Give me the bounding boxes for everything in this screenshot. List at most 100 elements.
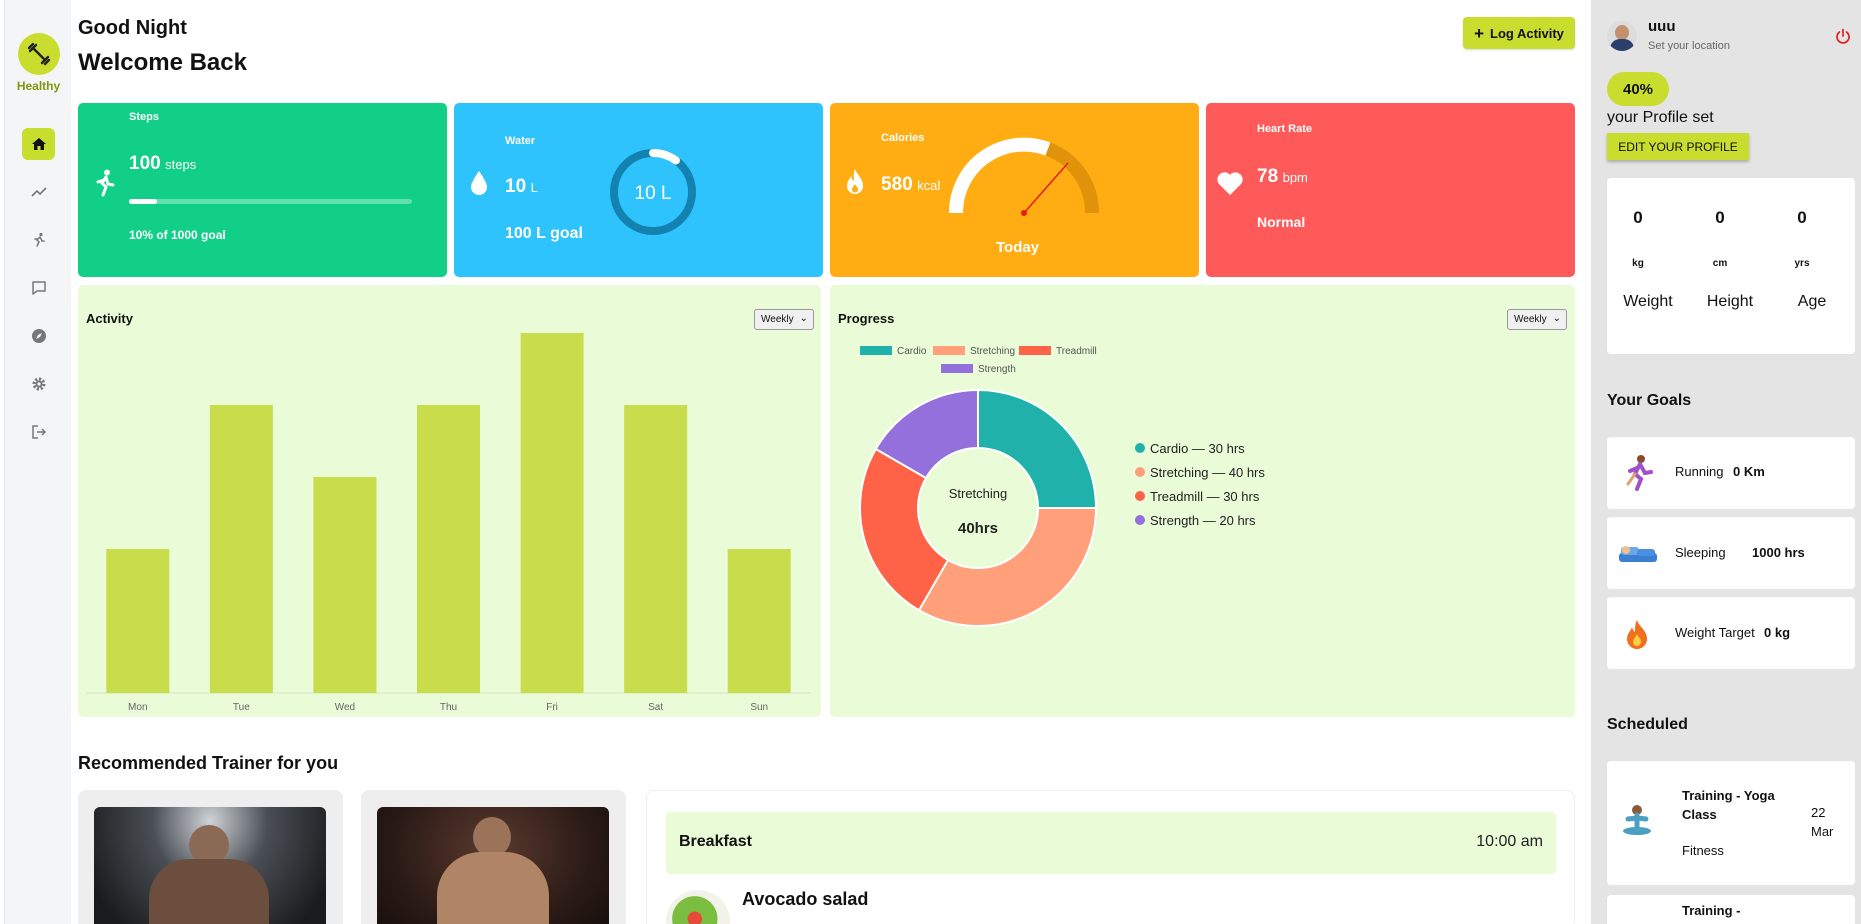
goals-title: Your Goals: [1607, 392, 1692, 409]
water-card[interactable]: Water 10 L 100 L goal 10 L: [454, 103, 823, 277]
activity-x-tick: Tue: [233, 702, 250, 713]
scheduled-item-date: 22 Mar: [1811, 805, 1834, 839]
nav-analytics[interactable]: [22, 176, 55, 208]
trainer-photo: [94, 807, 326, 924]
log-activity-label: Log Activity: [1490, 25, 1564, 41]
side-legend-label: Stretching — 40 hrs: [1150, 465, 1265, 480]
activity-x-tick: Sat: [648, 702, 663, 713]
heart-icon: [1217, 172, 1243, 195]
water-unit: L: [530, 180, 538, 195]
water-drop-icon: [471, 171, 487, 195]
calories-card[interactable]: Calories 580 kcal Today: [830, 103, 1199, 277]
water-goal-text: 100 L goal: [505, 225, 583, 242]
donut-center-label: Stretching: [949, 486, 1008, 501]
steps-card[interactable]: Steps 100 steps 10% of 1000 goal: [78, 103, 447, 277]
nav-home[interactable]: [22, 128, 55, 160]
activity-bar[interactable]: [313, 477, 377, 693]
goal-item-weight[interactable]: Weight Target 0 kg: [1607, 597, 1855, 669]
goal-sleeping-value: 1000 hrs: [1752, 545, 1805, 560]
weight-label: Weight: [1623, 293, 1673, 310]
activity-panel: Activity Weekly ⌄ Mon Tue Wed Thu Fri Sat Sun: [78, 285, 821, 717]
activity-bar[interactable]: [520, 333, 584, 693]
walking-icon: [96, 169, 115, 197]
profile-location[interactable]: Set your location: [1648, 40, 1730, 52]
goal-sleeping-label: Sleeping: [1675, 545, 1726, 560]
avatar[interactable]: [1607, 21, 1637, 51]
chat-icon: [31, 281, 46, 295]
nav-explore[interactable]: [22, 320, 55, 352]
activity-x-tick: Sun: [750, 702, 768, 713]
power-icon[interactable]: [1835, 28, 1851, 44]
edit-profile-button[interactable]: EDIT YOUR PROFILE: [1607, 133, 1749, 160]
water-value: 10: [505, 176, 527, 197]
running-icon: [33, 232, 45, 247]
activity-bar[interactable]: [209, 405, 273, 693]
legend-label: Treadmill: [1056, 346, 1097, 357]
donut-slice[interactable]: [917, 507, 1098, 627]
age-unit: yrs: [1794, 258, 1810, 269]
legend-swatch: [941, 364, 973, 373]
side-legend-dot: [1135, 443, 1145, 453]
activity-bar[interactable]: [106, 549, 170, 693]
side-legend-dot: [1135, 491, 1145, 501]
activity-bar[interactable]: [727, 549, 791, 693]
goal-weight-label: Weight Target: [1675, 625, 1755, 640]
logo-label: Healthy: [16, 79, 61, 93]
profile-percent-badge: 40%: [1607, 72, 1669, 106]
activity-bar[interactable]: [417, 405, 480, 693]
goal-weight-value: 0 kg: [1764, 625, 1791, 640]
nav-logout[interactable]: [22, 416, 55, 448]
legend-label: Cardio: [897, 346, 927, 357]
fire-icon: [1627, 620, 1647, 649]
home-icon: [31, 138, 46, 150]
calories-gauge: [948, 137, 1100, 216]
legend-swatch: [1019, 346, 1051, 355]
trend-icon: [30, 187, 47, 197]
water-ring-text: 10 L: [635, 183, 672, 204]
profile-stats-card: 0 kg Weight 0 cm Height 0 yrs Age: [1607, 178, 1855, 354]
scheduled-item[interactable]: Training - Yoga Class Fitness 22 Mar: [1607, 761, 1855, 885]
progress-donut-chart: Stretching 40hrs Cardio Stretching Treadmill…: [859, 346, 1265, 627]
dish-name: Avocado salad: [742, 889, 869, 909]
heart-rate-card[interactable]: Heart Rate 78 bpm Normal: [1206, 103, 1575, 277]
legend-swatch: [933, 346, 965, 355]
goal-item-running[interactable]: Running 0 Km: [1607, 437, 1855, 509]
legend-swatch: [860, 346, 892, 355]
nav-messages[interactable]: [22, 272, 55, 304]
steps-progress-fill: [129, 199, 158, 204]
activity-bar-chart: Mon Tue Wed Thu Fri Sat Sun: [86, 333, 811, 713]
progress-panel: Progress Weekly ⌄ Stretching 40hrs Cardio St…: [830, 285, 1575, 717]
log-activity-button[interactable]: + Log Activity: [1463, 17, 1575, 49]
legend-label: Strength: [978, 364, 1016, 375]
heart-rate-value: 78: [1257, 166, 1279, 187]
dumbbell-logo-icon[interactable]: [18, 33, 60, 75]
trainer-card[interactable]: [361, 790, 626, 924]
activity-x-tick: Mon: [128, 702, 147, 713]
meal-card[interactable]: Breakfast 10:00 am Avocado salad: [646, 790, 1575, 924]
runner-icon: [1626, 455, 1653, 491]
nav-activity[interactable]: [22, 224, 55, 256]
trainers-title: Recommended Trainer for you: [78, 753, 339, 773]
nav-settings[interactable]: [22, 368, 55, 400]
side-legend-label: Strength — 20 hrs: [1150, 513, 1256, 528]
scheduled-item-category: Fitness: [1682, 843, 1724, 858]
legend-label: Stretching: [970, 346, 1015, 357]
activity-bar[interactable]: [624, 405, 688, 693]
steps-progress-bar: [129, 199, 412, 204]
profile-name: uuu: [1648, 18, 1676, 35]
scheduled-item[interactable]: Training -: [1607, 895, 1855, 924]
sleeping-icon: [1619, 546, 1657, 562]
age-value: 0: [1797, 208, 1807, 227]
age-label: Age: [1797, 293, 1827, 310]
plus-icon: +: [1474, 23, 1484, 43]
goal-item-sleeping[interactable]: Sleeping 1000 hrs: [1607, 517, 1855, 589]
steps-goal-text: 10% of 1000 goal: [129, 228, 226, 242]
goal-running-label: Running: [1675, 464, 1724, 479]
profile-caption: your Profile set: [1607, 109, 1714, 126]
trainer-card[interactable]: [78, 790, 343, 924]
goal-running-value: 0 Km: [1733, 464, 1765, 479]
gear-icon: [32, 377, 45, 391]
side-legend-label: Treadmill — 30 hrs: [1150, 489, 1260, 504]
compass-icon: [31, 329, 46, 343]
flame-icon: [847, 169, 863, 194]
